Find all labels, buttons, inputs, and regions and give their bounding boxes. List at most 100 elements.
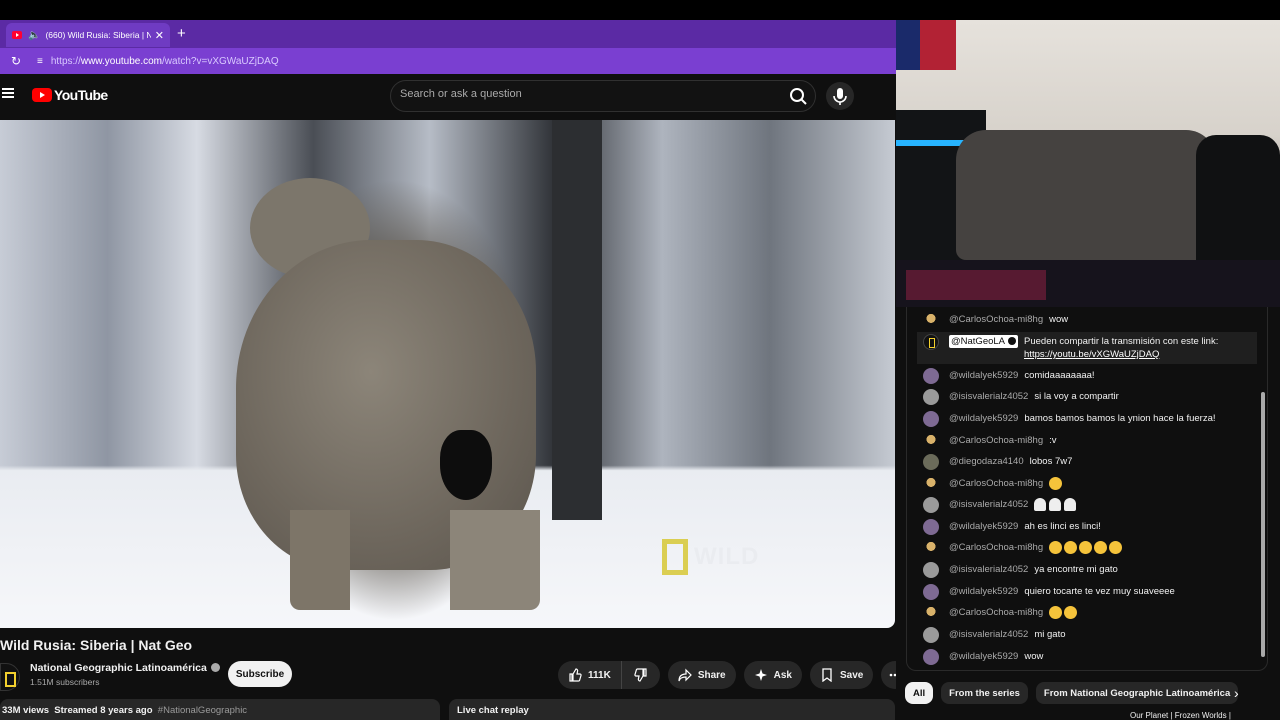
dislike-button[interactable] <box>621 661 660 689</box>
live-chat-replay-header[interactable]: Live chat replay <box>449 699 895 720</box>
share-button[interactable]: Share <box>667 661 736 689</box>
emoji-icon <box>1064 541 1078 554</box>
chat-author[interactable]: @wildalyek5929 <box>949 520 1018 533</box>
view-count: 33M views <box>2 705 49 716</box>
close-tab-icon[interactable]: ✕ <box>155 29 164 42</box>
chat-text: ya encontre mi gato <box>1034 564 1118 575</box>
like-count: 111K <box>588 669 611 681</box>
webcam-floor-light <box>906 270 1046 300</box>
video-frame-lynx-legs <box>290 510 540 610</box>
video-frame-lynx-tail <box>440 430 492 500</box>
chat-author[interactable]: @wildalyek5929 <box>949 650 1018 663</box>
chat-author: @NatGeoLA <box>951 336 1006 347</box>
subscriber-count: 1.51M subscribers <box>30 677 100 687</box>
chat-author[interactable]: @CarlosOchoa-mi8hg <box>949 541 1043 554</box>
channel-name-link[interactable]: National Geographic Latinoamérica <box>30 662 220 674</box>
youtube-play-icon <box>32 88 52 102</box>
emoji-icon <box>1049 606 1063 619</box>
video-player[interactable]: WILD <box>0 120 895 628</box>
youtube-logo[interactable]: YouTube <box>32 87 108 103</box>
nat-geo-wild-watermark: WILD <box>662 539 759 575</box>
verified-icon <box>210 663 220 672</box>
nat-geo-logo-icon <box>662 539 688 575</box>
chat-author[interactable]: @CarlosOchoa-mi8hg <box>949 606 1043 619</box>
chat-text: :v <box>1049 435 1057 446</box>
user-avatar <box>923 649 939 665</box>
user-avatar <box>923 454 939 470</box>
chip-from-the-series[interactable]: From the series <box>941 682 1028 704</box>
chat-text: wow <box>1049 314 1069 325</box>
channel-avatar[interactable] <box>0 663 20 691</box>
user-avatar <box>923 433 939 449</box>
site-info-icon[interactable]: ≡ <box>37 56 43 67</box>
user-avatar <box>923 562 939 578</box>
chat-author[interactable]: @CarlosOchoa-mi8hg <box>949 313 1043 326</box>
search-input[interactable] <box>400 88 760 100</box>
ghost-emoji-icon <box>1049 498 1062 511</box>
chat-message: @wildalyek5929 quiero tocarte te vez muy… <box>923 584 1253 600</box>
browser-tab-active[interactable]: 🔈 (660) Wild Rusia: Siberia | Nat ✕ <box>6 23 170 47</box>
address-bar: ↻ ≡ https://www.youtube.com/watch?v=vXGW… <box>0 48 896 74</box>
user-avatar <box>923 368 939 384</box>
tab-title: (660) Wild Rusia: Siberia | Nat <box>45 30 151 40</box>
search-icon <box>790 88 807 105</box>
chat-author[interactable]: @CarlosOchoa-mi8hg <box>949 434 1043 447</box>
user-avatar <box>923 497 939 513</box>
save-button[interactable]: Save <box>809 661 874 689</box>
video-title: Wild Rusia: Siberia | Nat Geo <box>0 637 193 653</box>
url-field[interactable]: ≡ https://www.youtube.com/watch?v=vXGWaU… <box>37 51 887 71</box>
user-avatar <box>923 411 939 427</box>
next-video-peek[interactable]: Our Planet | Frozen Worlds | <box>1130 711 1231 720</box>
like-dislike-group: 111K <box>558 661 660 689</box>
chat-message: @diegodaza4140 lobos 7w7 <box>923 454 1253 470</box>
chip-all[interactable]: All <box>905 682 934 704</box>
video-actions: 111K Share Ask Save <box>558 661 910 689</box>
chat-message: @CarlosOchoa-mi8hg <box>923 540 1253 556</box>
reload-icon[interactable]: ↻ <box>11 54 25 68</box>
voice-search-button[interactable] <box>826 82 854 110</box>
chevron-right-icon[interactable]: › <box>1234 686 1248 700</box>
channel-row: National Geographic Latinoamérica 1.51M … <box>0 661 910 693</box>
chat-text: lobos 7w7 <box>1029 456 1073 467</box>
hashtag-link[interactable]: #NationalGeographic <box>158 705 247 716</box>
search-button[interactable] <box>785 84 811 108</box>
chat-author[interactable]: @diegodaza4140 <box>949 455 1024 468</box>
new-tab-button[interactable]: + <box>177 25 186 42</box>
webcam-bed <box>956 130 1216 260</box>
chat-message: @CarlosOchoa-mi8hg <box>923 476 1253 492</box>
user-avatar <box>923 540 939 556</box>
chat-message: @CarlosOchoa-mi8hg :v <box>923 433 1253 449</box>
chat-message: @CarlosOchoa-mi8hg wow <box>923 312 1253 328</box>
chat-author[interactable]: @wildalyek5929 <box>949 412 1018 425</box>
verified-icon <box>1008 337 1017 345</box>
user-avatar <box>923 389 939 405</box>
user-avatar <box>923 312 939 328</box>
ask-button[interactable]: Ask <box>743 661 802 689</box>
chat-message-list[interactable]: @CarlosOchoa-mi8hg wow @NatGeoLA Pueden … <box>906 307 1268 671</box>
subscribe-button[interactable]: Subscribe <box>228 661 292 687</box>
chat-author[interactable]: @wildalyek5929 <box>949 369 1018 382</box>
like-button[interactable]: 111K <box>558 661 622 689</box>
webcam-overlay <box>896 20 1280 307</box>
menu-icon[interactable] <box>2 88 14 98</box>
chat-author[interactable]: @wildalyek5929 <box>949 585 1018 598</box>
chat-message-pinned-link: @NatGeoLA Pueden compartir la transmisió… <box>917 332 1257 364</box>
description-box[interactable]: 33M views Streamed 8 years ago #National… <box>0 699 440 720</box>
chat-author[interactable]: @isisvalerialz4052 <box>949 628 1028 641</box>
chat-text: bamos bamos bamos la ynion hace la fuerz… <box>1024 413 1216 424</box>
chat-author[interactable]: @isisvalerialz4052 <box>949 390 1028 403</box>
live-chat: @CarlosOchoa-mi8hg wow @NatGeoLA Pueden … <box>896 307 1280 720</box>
chip-from-channel[interactable]: From National Geographic Latinoamérica <box>1035 682 1239 704</box>
chat-text: si la voy a compartir <box>1034 391 1119 402</box>
video-frame-tree <box>552 120 602 520</box>
chat-author[interactable]: @isisvalerialz4052 <box>949 563 1028 576</box>
screen-top-bar <box>0 0 1280 20</box>
chat-scrollbar[interactable] <box>1259 307 1267 670</box>
chat-author[interactable]: @CarlosOchoa-mi8hg <box>949 477 1043 490</box>
chat-owner-badge[interactable]: @NatGeoLA <box>949 335 1019 348</box>
chat-scrollbar-thumb[interactable] <box>1261 392 1265 657</box>
chat-share-link[interactable]: https://youtu.be/vXGWaUZjDAQ <box>1024 349 1159 360</box>
speaker-icon[interactable]: 🔈 <box>28 30 40 41</box>
chat-text: mi gato <box>1034 629 1066 640</box>
chat-author[interactable]: @isisvalerialz4052 <box>949 498 1028 511</box>
